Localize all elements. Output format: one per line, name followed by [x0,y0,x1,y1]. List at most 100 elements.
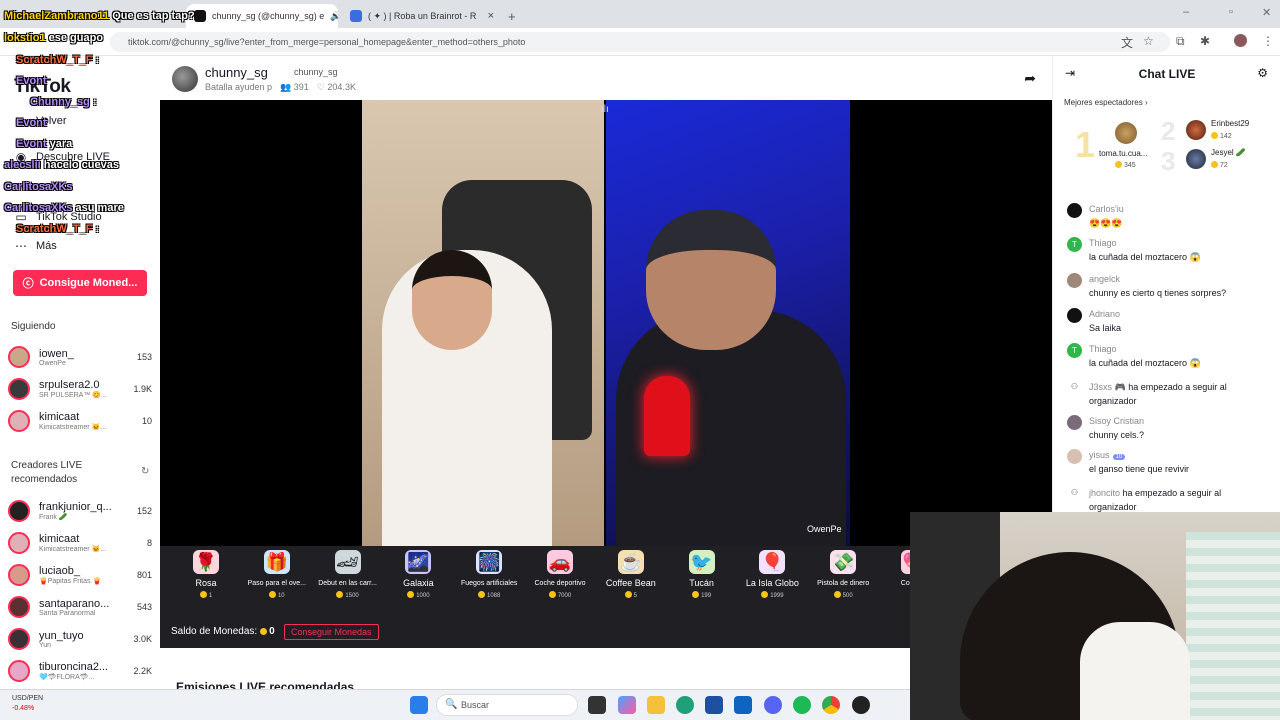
coin-icon [478,591,485,598]
gift-item[interactable]: 🌹 Rosa 1 [174,550,238,599]
avatar [8,532,30,554]
spotify-icon[interactable] [793,696,811,714]
overlay-message: ese guapo [48,32,104,44]
webcam-streamer-shirt [1080,622,1190,720]
chat-username: J3sxs 🎮 [1089,382,1126,392]
app-icon[interactable] [852,696,870,714]
browser-tab-tiktok[interactable]: chunny_sg (@chunny_sg) e 🔊 × [186,4,338,28]
nav-mas[interactable]: ⋯ Más [14,239,57,253]
close-tab-icon[interactable]: × [488,10,494,22]
taskbar-search[interactable]: 🔍 Buscar [436,694,578,716]
windows-start-icon[interactable] [410,696,428,714]
top-viewer-avatar[interactable] [1186,120,1206,140]
gift-item[interactable]: 🎈 La Isla Globo 1999 [740,550,804,599]
gear-icon[interactable]: ⚙ [1257,66,1268,80]
gift-price: 10 [245,591,309,599]
discord-icon[interactable] [764,696,782,714]
overlay-message: hacelo cuevas [43,159,119,171]
user-name: yun_tuyo [39,629,84,642]
gift-item[interactable]: 💸 Pistola de dinero 500 [811,550,875,599]
overlay-chat-line: Evont [16,75,47,87]
top-viewer-score: 72 [1211,161,1228,169]
refresh-icon[interactable]: ↻ [141,466,149,477]
close-window-icon[interactable]: ✕ [1262,6,1271,19]
cast-icon[interactable]: ⧉ [1176,34,1185,49]
top-viewer-avatar[interactable] [1115,122,1137,144]
speaker-icon[interactable]: 🔊 [330,11,338,22]
recommended-item[interactable]: yun_tuyo Yun 3.0K [8,624,152,654]
viewers-count: 👥 391 [280,82,309,92]
gift-name: Coffee Bean [605,578,656,588]
gift-item[interactable]: 🎆 Fuegos artificiales 1088 [457,550,521,599]
avatar [8,660,30,682]
gift-name: Coche deportivo [534,580,586,587]
get-coins-button[interactable]: ⓒ Consigue Moned... [13,270,147,296]
top-viewers-label[interactable]: Mejores espectadores › [1064,98,1148,107]
chat-text: el ganso tiene que revivir [1089,464,1190,474]
coin-icon [761,591,769,598]
profile-avatar[interactable] [1234,34,1247,47]
maximize-icon[interactable]: ▫ [1229,6,1233,18]
url-field[interactable]: tiktok.com/@chunny_sg/live?enter_from_me… [110,32,1170,52]
buy-coins-button[interactable]: Conseguir Monedas [284,624,379,640]
recommended-item[interactable]: frankjunior_q... Frank 🥒 152 [8,496,152,526]
host-avatar[interactable] [172,66,198,92]
task-view-icon[interactable] [588,696,606,714]
edge-icon[interactable] [676,696,694,714]
host-name[interactable]: chunny_sg [205,65,268,80]
viewer-count: 543 [136,602,152,612]
recommended-item[interactable]: luciaob_ 🍟Papitas Fritas 🍟 801 [8,560,152,590]
recommended-item[interactable]: santaparano... Santa Paranormal 543 [8,592,152,622]
streamer-webcam-overlay [910,512,1280,720]
gift-icon: 🎁 [263,550,290,574]
viewer-count: 153 [136,352,152,362]
left-sidebar: TikTok ← Volver ◉ Descubre LIVE ▭ TikTok St… [0,56,160,720]
coin-icon [624,591,632,598]
file-explorer-icon[interactable] [647,696,665,714]
guest-name-label: OwenPe [807,524,842,534]
gift-item[interactable]: 🚗 Coche deportivo 7000 [528,550,592,599]
coin-icon [199,591,207,598]
avatar [8,628,30,650]
user-subtitle: Kimicatstreamer 🐱... [39,546,107,553]
chrome-icon[interactable] [822,696,840,714]
minimize-icon[interactable]: – [1183,6,1189,18]
live-video[interactable]: ılı OwenPe [160,100,1052,546]
following-item[interactable]: kimicaat Kimicatstreamer 🐱... 10 [8,406,152,436]
gift-item[interactable]: 🌌 Galaxia 1000 [386,550,450,599]
store-icon[interactable] [705,696,723,714]
viewer-count: 1.9K [133,384,152,394]
top-viewer-avatar[interactable] [1186,149,1206,169]
menu-kebab-icon[interactable]: ⋮ [1262,34,1274,48]
recommended-item[interactable]: tiburoncina2... 🩵🦈FLORA🦈... 2.2K [8,656,152,686]
outlook-icon[interactable] [734,696,752,714]
overlay-username: Evont [16,75,47,87]
browser-tab-roblox[interactable]: ( ✦ ) | Roba un Brainrot - R × [342,4,502,28]
user-name: iowen_ [39,347,74,360]
user-subtitle: OwenPe [39,359,66,367]
gift-price: 199 [670,591,734,599]
share-icon[interactable]: ➦ [1024,70,1036,87]
following-item[interactable]: iowen_ OwenPe 153 [8,342,152,372]
following-item[interactable]: srpulsera2.0 SR PULSERA™ 😊... 1.9K [8,374,152,404]
heart-icon: ♡ [316,82,325,92]
overlay-message: asu mare [75,202,124,214]
bookmark-star-icon[interactable]: ☆ [1143,34,1154,48]
extensions-icon[interactable]: ✱ [1200,34,1210,48]
gift-item[interactable]: ☕ Coffee Bean 5 [599,550,663,599]
new-tab-button[interactable]: + [504,4,524,28]
top-viewer-name: Erinbest29 [1211,119,1250,128]
translate-icon[interactable]: 文 [1121,34,1133,51]
stock-ticker-widget[interactable]: USD/PEN -0.48% [12,694,43,714]
copilot-icon[interactable] [618,696,636,714]
gift-item[interactable]: 🎁 Paso para el ove... 10 [245,550,309,599]
chat-username: Thiago [1089,344,1117,354]
avatar [8,596,30,618]
people-icon: 👥 [280,82,292,92]
gift-name: Galaxia [403,578,434,588]
rank-1: 1 [1075,124,1096,165]
gift-item[interactable]: 🐦 Tucán 199 [670,550,734,599]
recommended-item[interactable]: kimicaat Kimicatstreamer 🐱... 8 [8,528,152,558]
gift-item[interactable]: 🏎 Debut en las carr... 1500 [316,550,380,599]
overlay-username: Evont [16,138,47,150]
